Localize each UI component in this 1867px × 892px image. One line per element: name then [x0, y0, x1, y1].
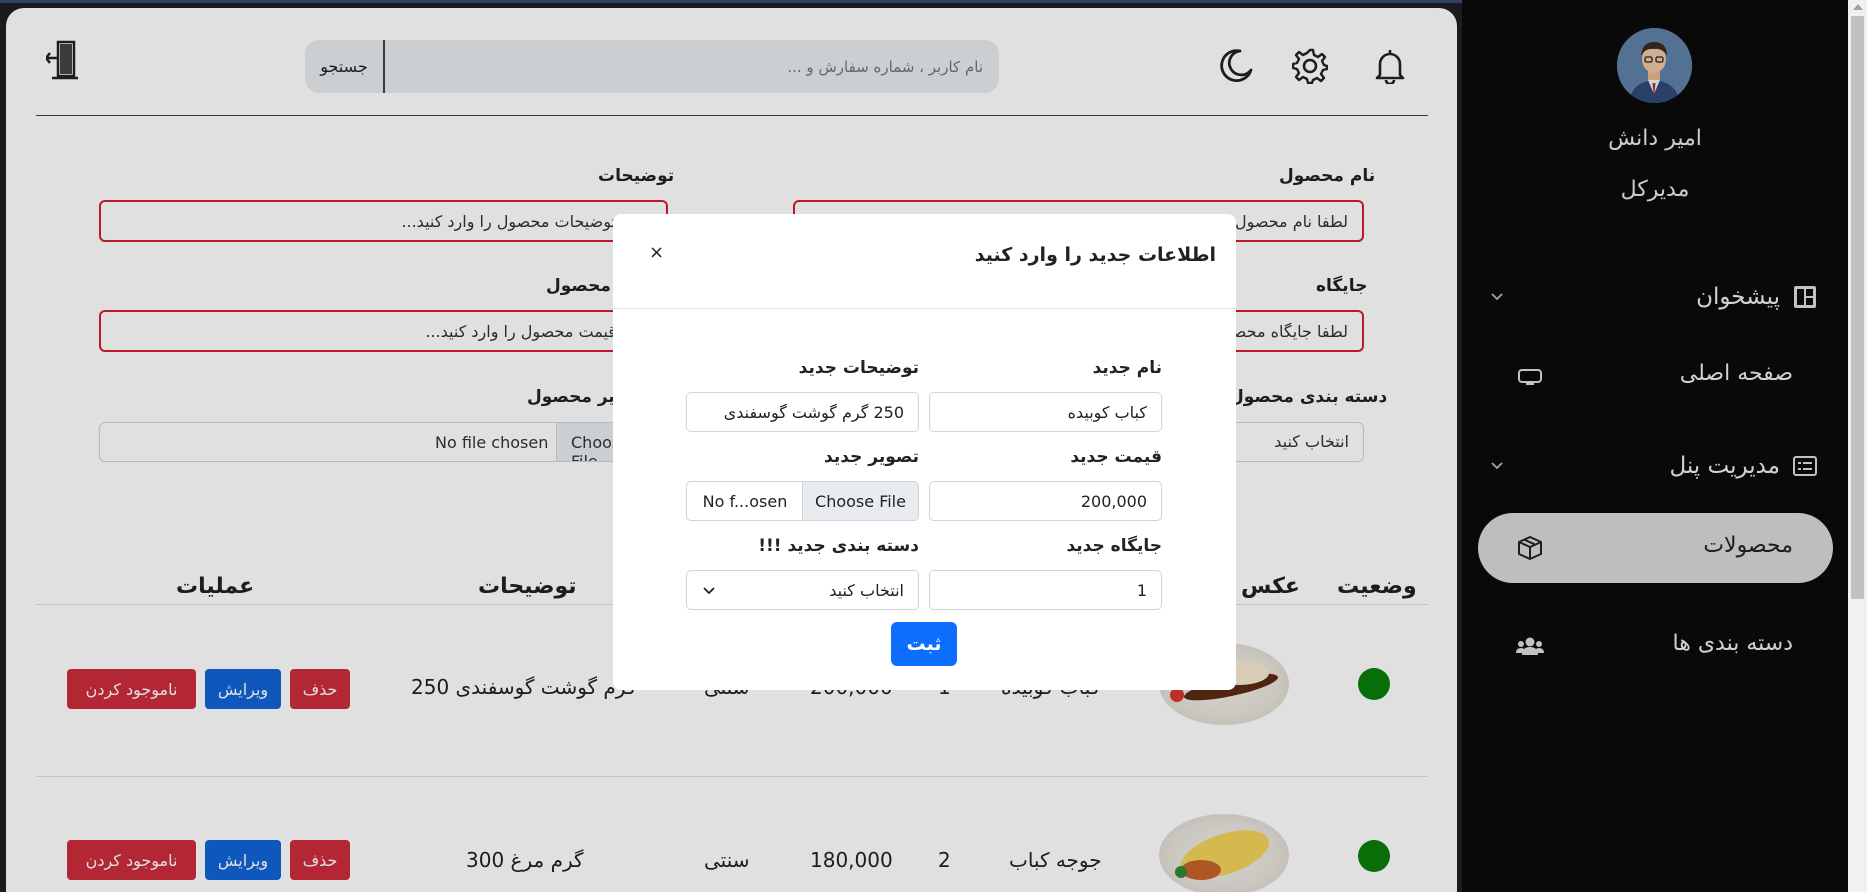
file-status: No f...osen	[702, 491, 788, 511]
new-image-file-input[interactable]: Choose File No f...osen	[686, 481, 919, 521]
new-name-label: نام جدید	[1092, 358, 1162, 378]
new-category-value: انتخاب کنید	[829, 580, 904, 600]
scroll-thumb[interactable]	[1851, 16, 1864, 599]
new-name-input[interactable]: کباب کوبیده	[929, 392, 1162, 432]
submit-button[interactable]: ثبت	[891, 622, 957, 666]
new-price-input[interactable]: 200,000	[929, 481, 1162, 521]
new-position-input[interactable]: 1	[929, 570, 1162, 610]
new-image-label: تصویر جدید	[824, 447, 919, 467]
edit-product-modal: اطلاعات جدید را وارد کنید × نام جدید کبا…	[613, 214, 1236, 690]
new-category-select[interactable]: انتخاب کنید	[686, 570, 919, 610]
scroll-up-arrow-icon[interactable]	[1853, 4, 1863, 10]
new-category-label: دسته بندی جدید !!!	[758, 536, 919, 556]
file-choose-button[interactable]: Choose File	[802, 482, 918, 520]
chevron-down-icon	[703, 587, 715, 595]
new-price-label: قیمت جدید	[1070, 447, 1162, 467]
new-position-label: جایگاه جدید	[1066, 536, 1162, 556]
modal-title: اطلاعات جدید را وارد کنید	[974, 244, 1216, 266]
new-desc-label: توضیحات جدید	[798, 358, 919, 378]
modal-header-divider	[613, 308, 1236, 309]
close-icon[interactable]: ×	[649, 242, 664, 263]
new-desc-input[interactable]: 250 گرم گوشت گوسفندی	[686, 392, 919, 432]
page-scrollbar[interactable]	[1848, 0, 1867, 892]
